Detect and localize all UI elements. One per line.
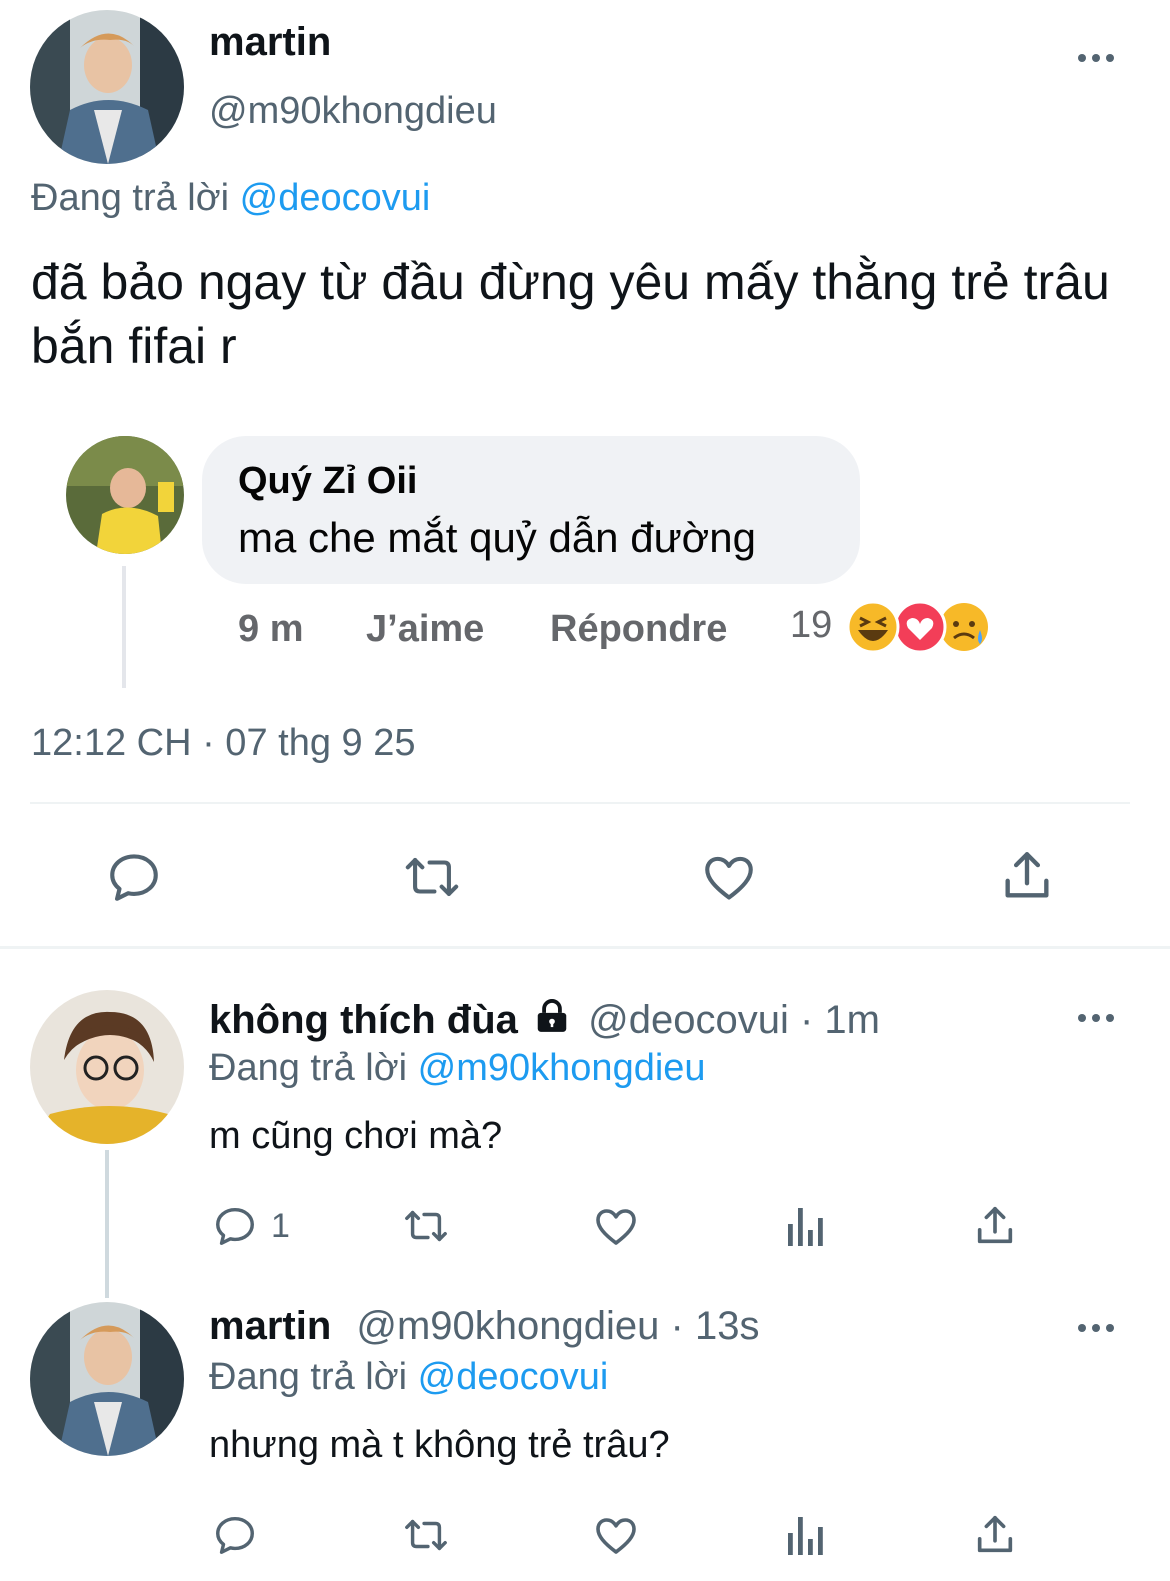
lock-icon: [533, 997, 571, 1035]
reply-to-link[interactable]: @deocovui: [418, 1356, 609, 1398]
reply-icon[interactable]: [212, 1512, 258, 1558]
views-icon[interactable]: [786, 1513, 826, 1557]
sad-emoji-icon: [940, 603, 988, 651]
comment-reply-label: Répondre: [550, 608, 728, 650]
like-icon[interactable]: [699, 848, 759, 906]
more-icon[interactable]: [1078, 1014, 1114, 1022]
commenter-avatar: [66, 436, 184, 554]
avatar-martin[interactable]: [30, 1302, 184, 1456]
reply-prefix: Đang trả lời: [31, 177, 230, 219]
retweet-icon[interactable]: [399, 1512, 453, 1558]
views-icon[interactable]: [786, 1204, 826, 1248]
avatar-martin[interactable]: [30, 10, 184, 164]
reply-context: Đang trả lời @deocovui: [209, 1356, 608, 1399]
share-icon[interactable]: [972, 1511, 1018, 1559]
love-emoji-icon: [893, 600, 947, 654]
reply-prefix: Đang trả lời: [209, 1356, 408, 1398]
comment-like-label: J’aime: [366, 608, 485, 650]
more-icon[interactable]: [1078, 54, 1114, 62]
handle[interactable]: @m90khongdieu: [209, 90, 497, 133]
reply-icon[interactable]: [105, 848, 163, 906]
haha-emoji-icon: [846, 600, 900, 654]
reply-to-link[interactable]: @deocovui: [240, 177, 431, 219]
reply-header: không thích đùa @deocovui · 1m: [209, 997, 880, 1043]
reply-text: m cũng chơi mà?: [209, 1115, 503, 1157]
more-icon[interactable]: [1078, 1324, 1114, 1332]
avatar-deocovui[interactable]: [30, 990, 184, 1144]
comment-author: Quý Zỉ Oii: [238, 460, 418, 502]
reply-context: Đang trả lời @m90khongdieu: [209, 1047, 706, 1090]
tweet-timestamp: 12:12 CH · 07 thg 9 25: [31, 722, 416, 764]
like-icon[interactable]: [592, 1511, 640, 1559]
reply-header: martin @m90khongdieu · 13s: [209, 1304, 759, 1349]
tweet-text: đã bảo ngay từ đầu đừng yêu mấy thằng tr…: [31, 254, 1110, 374]
divider: [30, 802, 1130, 804]
reaction-count: 19: [790, 604, 833, 646]
display-name[interactable]: martin: [209, 20, 331, 65]
section-divider: [0, 946, 1170, 949]
reply-prefix: Đang trả lời: [209, 1047, 408, 1089]
share-icon[interactable]: [998, 846, 1056, 906]
reply-display-name[interactable]: không thích đùa: [209, 998, 518, 1042]
reply-context: Đang trả lời @deocovui: [31, 177, 430, 220]
like-icon[interactable]: [592, 1202, 640, 1250]
reply-text: nhưng mà t không trẻ trâu?: [209, 1424, 670, 1466]
reply-thread-line: [105, 1150, 109, 1298]
reply-handle-meta[interactable]: @deocovui · 1m: [588, 998, 880, 1042]
reply-handle-meta[interactable]: @m90khongdieu · 13s: [356, 1304, 759, 1348]
retweet-icon[interactable]: [399, 848, 465, 906]
retweet-icon[interactable]: [399, 1203, 453, 1249]
reply-count: 1: [271, 1207, 290, 1245]
reply-display-name[interactable]: martin: [209, 1304, 331, 1348]
reactions: [846, 600, 994, 654]
comment-time: 9 m: [238, 608, 304, 650]
share-icon[interactable]: [972, 1202, 1018, 1250]
comment-text: ma che mắt quỷ dẫn đường: [238, 514, 756, 561]
reply-icon[interactable]: [212, 1203, 258, 1249]
comment-thread-line: [122, 566, 126, 688]
comment-bubble: Quý Zỉ Oii ma che mắt quỷ dẫn đường: [202, 436, 860, 584]
reply-to-link[interactable]: @m90khongdieu: [418, 1047, 706, 1089]
